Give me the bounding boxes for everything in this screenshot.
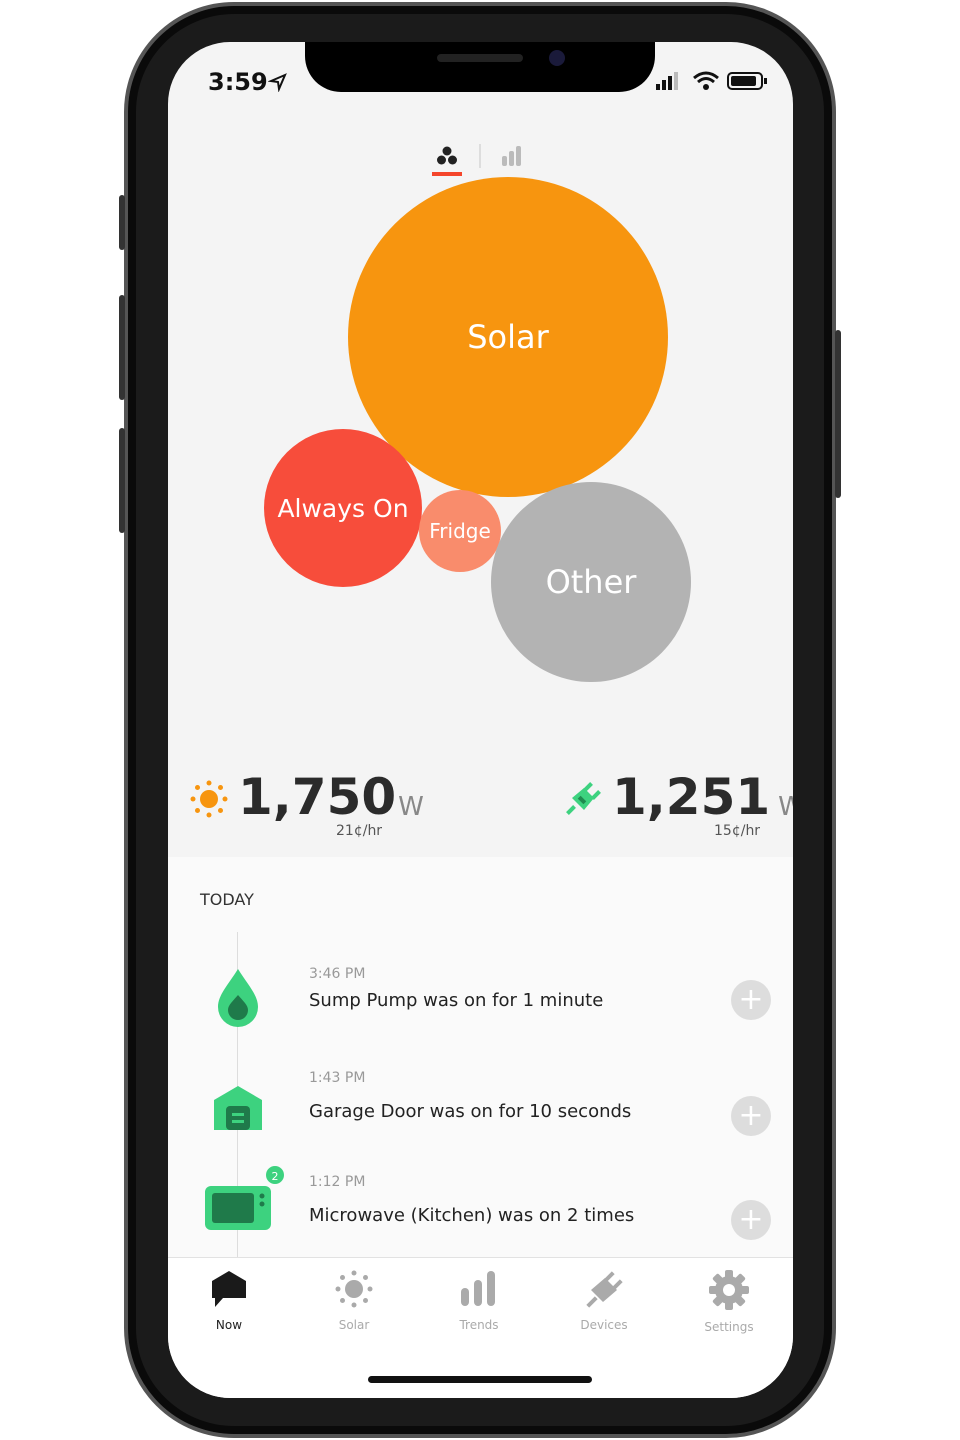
tab-settings[interactable]: Settings [679, 1270, 779, 1334]
signal-icon [656, 72, 678, 90]
item-time: 3:46 PM [309, 966, 366, 982]
list-item[interactable]: 1:43 PM Garage Door was on for 10 second… [168, 1066, 793, 1156]
volume-up-button [119, 295, 125, 400]
toggle-divider [479, 144, 481, 168]
tab-label: Solar [338, 1318, 370, 1332]
today-feed: TODAY 3:46 PM Sump Pump was on for 1 min… [168, 857, 793, 1262]
tab-label: Devices [580, 1318, 628, 1332]
plug-icon [586, 1271, 623, 1308]
sun-icon [190, 780, 228, 818]
tab-solar[interactable]: Solar [304, 1270, 404, 1332]
home-chat-icon [212, 1271, 246, 1307]
item-text: Garage Door was on for 10 seconds [309, 1101, 632, 1122]
usage-watts: 1,251 [612, 768, 771, 826]
solar-unit: W [398, 792, 424, 822]
bar-chart-view-toggle[interactable] [500, 144, 524, 168]
notch [305, 42, 655, 92]
bubble-label: Solar [467, 318, 549, 356]
tab-label: Now [215, 1318, 243, 1332]
sun-icon [335, 1270, 373, 1308]
bar-chart-icon [502, 146, 521, 166]
bubbles-icon [437, 146, 457, 165]
count-badge: 2 [264, 1164, 286, 1186]
bubble-fridge[interactable]: Fridge [419, 490, 501, 572]
bubbles-view-toggle[interactable] [432, 142, 462, 178]
water-drop-icon [218, 969, 258, 1027]
add-button[interactable]: + [731, 1200, 771, 1240]
solar-readout: 1,750 W [238, 772, 424, 822]
item-time: 1:12 PM [309, 1174, 366, 1190]
status-time: 3:59 [208, 68, 268, 96]
battery-icon [727, 72, 767, 90]
bubble-other[interactable]: Other [491, 482, 691, 682]
plug-icon [566, 782, 601, 815]
location-icon [268, 73, 287, 92]
active-underline [432, 172, 462, 176]
tab-label: Settings [704, 1320, 754, 1334]
bubble-always-on[interactable]: Always On [264, 429, 422, 587]
bar-chart-icon [461, 1271, 495, 1306]
speaker [437, 54, 523, 62]
power-button [835, 330, 841, 498]
microwave-icon [205, 1186, 271, 1230]
camera [549, 50, 565, 66]
mute-switch [119, 195, 125, 250]
solar-watts: 1,750 [238, 768, 397, 826]
status-icons [656, 71, 767, 90]
garage-icon [214, 1086, 262, 1130]
list-item[interactable]: 3:46 PM Sump Pump was on for 1 minute + [168, 962, 793, 1052]
item-time: 1:43 PM [309, 1070, 366, 1086]
bubble-label: Always On [277, 493, 409, 523]
gear-icon [709, 1270, 749, 1310]
solar-rate: 21¢/hr [336, 823, 383, 839]
bubble-label: Fridge [429, 519, 491, 543]
list-item[interactable]: 2 1:12 PM Microwave (Kitchen) was on 2 t… [168, 1164, 793, 1260]
tab-devices[interactable]: Devices [554, 1270, 654, 1332]
bubble-label: Other [545, 563, 637, 601]
volume-down-button [119, 428, 125, 533]
tab-label: Trends [459, 1318, 499, 1332]
add-button[interactable]: + [731, 1096, 771, 1136]
usage-unit: W [778, 792, 793, 822]
wifi-icon [693, 71, 719, 90]
item-text: Microwave (Kitchen) was on 2 times [309, 1205, 635, 1226]
usage-rate: 15¢/hr [714, 823, 761, 839]
add-button[interactable]: + [731, 980, 771, 1020]
home-indicator[interactable] [368, 1376, 592, 1383]
tab-trends[interactable]: Trends [429, 1270, 529, 1332]
tab-now[interactable]: Now [179, 1270, 279, 1332]
usage-readout: 1,251 W [612, 772, 793, 822]
item-text: Sump Pump was on for 1 minute [309, 990, 604, 1011]
screen: 3:59 Solar Always On Fridge Other 1,750 W… [168, 42, 793, 1398]
section-heading: TODAY [200, 890, 254, 909]
